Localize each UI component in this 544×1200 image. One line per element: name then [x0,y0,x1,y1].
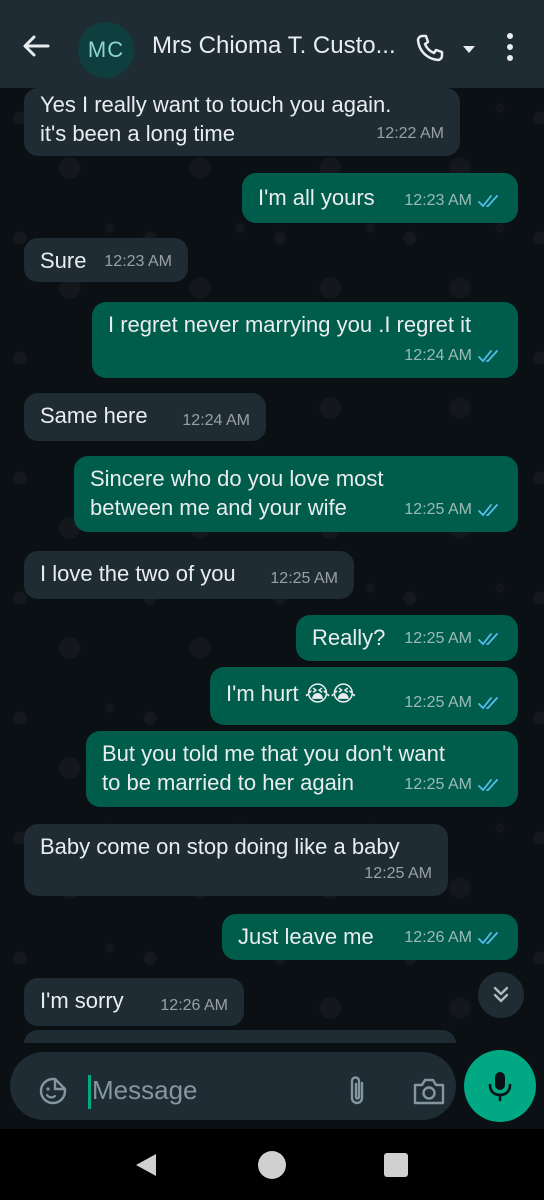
call-options-button[interactable] [458,38,480,60]
nav-home-icon[interactable] [258,1151,286,1179]
message-time: 12:26 AM [160,997,228,1014]
composer: Message [0,1043,544,1129]
chat-header: MC Mrs Chioma T. Custo... [0,0,544,88]
message-outgoing[interactable]: Really? 12:25 AM [296,615,518,661]
system-navigation-bar [0,1129,544,1200]
arrow-left-icon [23,35,50,57]
paperclip-icon[interactable] [344,1074,372,1108]
message-outgoing[interactable]: Just leave me 12:26 AM [222,914,518,960]
double-check-icon [478,632,498,645]
nav-recents-icon[interactable] [384,1153,408,1177]
message-outgoing[interactable]: Sincere who do you love most between me … [74,456,518,532]
message-text: I regret never marrying you .I regret it [108,312,472,337]
more-options-button[interactable] [496,30,524,64]
message-time: 12:25 AM [270,570,338,587]
contact-name[interactable]: Mrs Chioma T. Custo... [152,32,410,60]
message-time: 12:25 AM [364,865,432,882]
message-time: 12:22 AM [376,125,444,142]
message-list[interactable]: Yes I really want to touch you again. it… [0,88,544,1043]
message-time: 12:25 AM [404,694,472,711]
message-time: 12:23 AM [104,253,172,270]
double-chevron-down-icon [493,986,509,1003]
avatar-initials: MC [87,37,125,62]
avatar[interactable]: MC [78,22,134,78]
message-input-container[interactable]: Message [10,1052,456,1120]
text-cursor [88,1075,91,1109]
message-incoming[interactable]: I'm sorry 12:26 AM [24,978,244,1026]
message-incoming[interactable]: Same here 12:24 AM [24,393,266,441]
message-outgoing[interactable]: But you told me that you don't want to b… [86,731,518,807]
camera-icon[interactable] [412,1076,446,1106]
message-time: 12:24 AM [182,412,250,429]
message-outgoing[interactable]: I'm all yours 12:23 AM [242,173,518,223]
message-incoming[interactable]: Baby come on stop doing like a baby 12:2… [24,824,448,896]
back-button[interactable] [20,30,52,62]
message-time: 12:26 AM [404,929,472,946]
scroll-to-bottom-button[interactable] [478,972,524,1018]
phone-icon [416,34,444,62]
message-input[interactable]: Message [92,1075,198,1106]
message-incoming-partial[interactable] [24,1030,456,1043]
caret-down-icon [463,46,475,53]
message-time: 12:25 AM [404,630,472,647]
double-check-icon [478,194,498,207]
message-text: Baby come on stop doing like a baby [40,834,400,859]
voice-message-button[interactable] [464,1050,536,1122]
message-incoming[interactable]: I love the two of you 12:25 AM [24,551,354,599]
message-time: 12:25 AM [404,501,472,518]
nav-back-icon[interactable] [132,1151,160,1179]
message-time: 12:23 AM [404,192,472,209]
voice-call-button[interactable] [414,32,446,64]
message-incoming[interactable]: Sure 12:23 AM [24,238,188,282]
message-outgoing[interactable]: I'm hurt 😭😭 12:25 AM [210,667,518,725]
sticker-icon[interactable] [38,1076,68,1106]
double-check-icon [478,931,498,944]
double-check-icon [478,349,498,362]
message-outgoing[interactable]: I regret never marrying you .I regret it… [92,302,518,378]
double-check-icon [478,696,498,709]
double-check-icon [478,503,498,516]
message-incoming[interactable]: Yes I really want to touch you again. it… [24,88,460,156]
message-time: 12:25 AM [404,776,472,793]
more-vertical-icon [507,32,513,39]
message-time: 12:24 AM [404,347,472,364]
microphone-icon [488,1072,512,1102]
double-check-icon [478,778,498,791]
